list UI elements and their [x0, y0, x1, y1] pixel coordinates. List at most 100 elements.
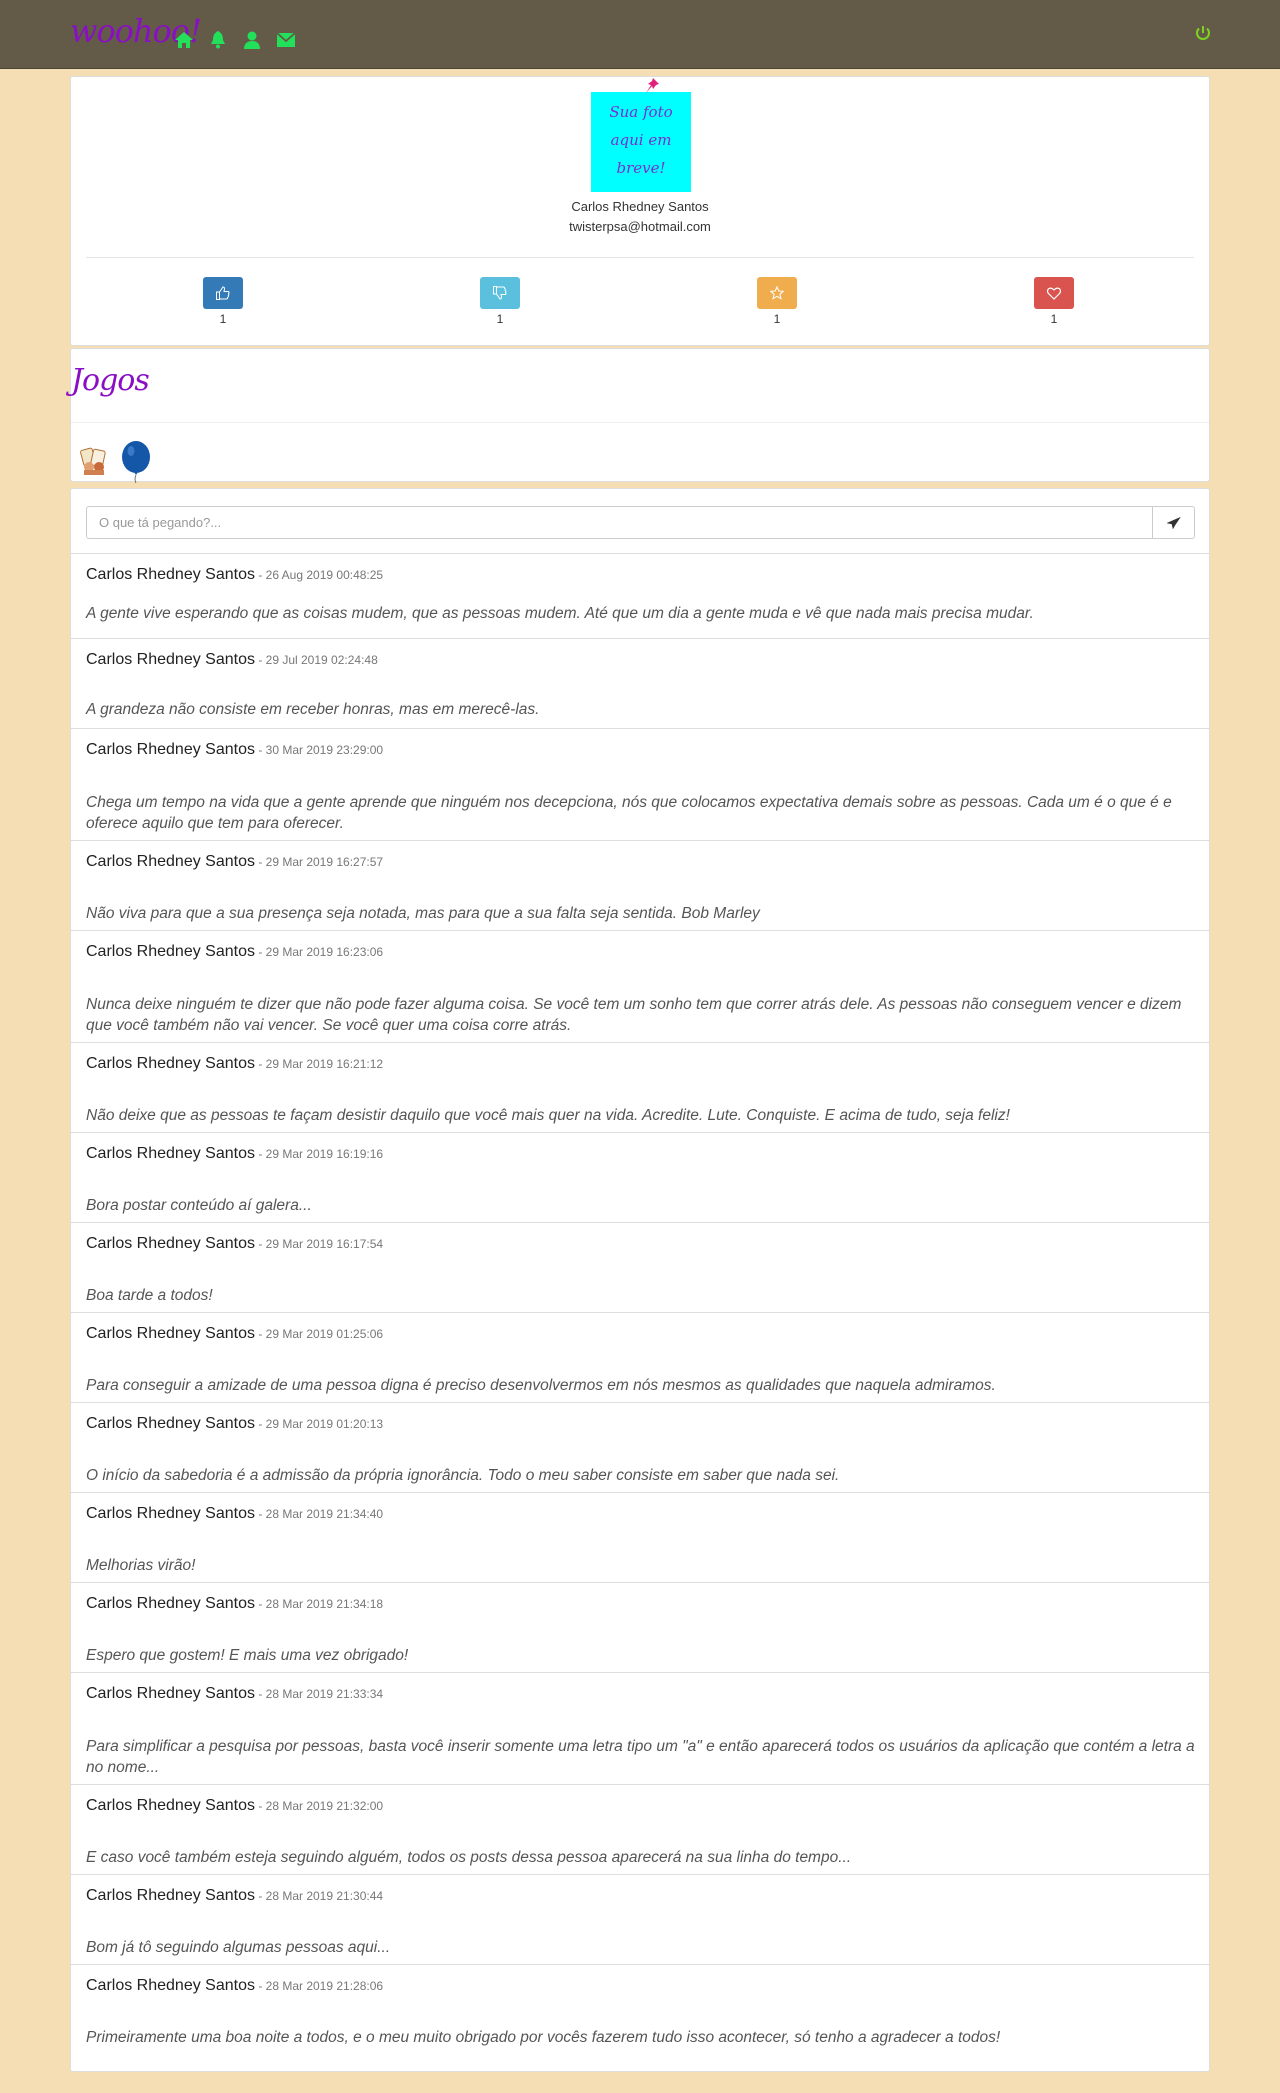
thumbs-down-icon[interactable] [480, 277, 520, 309]
post-separator: - [254, 1799, 266, 1813]
post-separator: - [254, 1507, 266, 1521]
post-timestamp: 26 Aug 2019 00:48:25 [265, 568, 384, 582]
post-item: Carlos Rhedney Santos - 29 Mar 2019 01:2… [71, 1403, 1209, 1493]
profile-photo-placeholder[interactable]: Sua foto aqui em breve! [591, 92, 691, 192]
post-header: Carlos Rhedney Santos - 26 Aug 2019 00:4… [86, 566, 383, 584]
post-item: Carlos Rhedney Santos - 29 Mar 2019 16:2… [71, 931, 1209, 1043]
bell-icon[interactable] [206, 28, 230, 52]
post-author[interactable]: Carlos Rhedney Santos [86, 943, 255, 960]
post-timestamp: 30 Mar 2019 23:29:00 [265, 743, 384, 757]
post-separator: - [254, 1979, 266, 1993]
post-text: Não viva para que a sua presença seja no… [86, 905, 760, 922]
post-text: Chega um tempo na vida que a gente apren… [86, 794, 1172, 832]
post-header: Carlos Rhedney Santos - 28 Mar 2019 21:3… [86, 1797, 383, 1815]
post-separator: - [254, 1597, 266, 1611]
post-item: Carlos Rhedney Santos - 29 Jul 2019 02:2… [71, 639, 1209, 729]
post-header: Carlos Rhedney Santos - 30 Mar 2019 23:2… [86, 741, 383, 759]
post-text: Não deixe que as pessoas te façam desist… [86, 1107, 1010, 1124]
post-author[interactable]: Carlos Rhedney Santos [86, 1977, 255, 1994]
pushpin-icon [645, 78, 659, 99]
send-icon [1166, 516, 1181, 529]
post-author[interactable]: Carlos Rhedney Santos [86, 1415, 255, 1432]
post-text: Espero que gostem! E mais uma vez obriga… [86, 1647, 409, 1664]
balloon-game-icon[interactable] [121, 441, 151, 488]
stat-likes-count: 1 [219, 312, 227, 326]
post-separator: - [254, 1057, 266, 1071]
post-item: Carlos Rhedney Santos - 28 Mar 2019 21:3… [71, 1583, 1209, 1673]
post-timestamp: 29 Mar 2019 16:17:54 [265, 1237, 384, 1251]
post-item: Carlos Rhedney Santos - 28 Mar 2019 21:2… [71, 1965, 1209, 2055]
post-timestamp: 28 Mar 2019 21:32:00 [265, 1799, 384, 1813]
post-author[interactable]: Carlos Rhedney Santos [86, 1887, 255, 1904]
games-title: Jogos [71, 363, 150, 398]
post-author[interactable]: Carlos Rhedney Santos [86, 1595, 255, 1612]
post-timestamp: 29 Mar 2019 01:25:06 [265, 1327, 384, 1341]
power-icon[interactable] [1194, 24, 1212, 42]
post-item: Carlos Rhedney Santos - 29 Mar 2019 16:1… [71, 1133, 1209, 1223]
post-timestamp: 29 Mar 2019 16:27:57 [265, 855, 384, 869]
post-header: Carlos Rhedney Santos - 29 Mar 2019 16:1… [86, 1145, 383, 1163]
post-header: Carlos Rhedney Santos - 29 Mar 2019 16:2… [86, 1055, 383, 1073]
stat-favorites: 1 [757, 277, 797, 326]
post-author[interactable]: Carlos Rhedney Santos [86, 1235, 255, 1252]
post-author[interactable]: Carlos Rhedney Santos [86, 741, 255, 758]
star-icon[interactable] [757, 277, 797, 309]
post-text: O início da sabedoria é a admissão da pr… [86, 1467, 840, 1484]
cards-game-icon[interactable] [79, 445, 109, 480]
profile-panel: Sua foto aqui em breve! Carlos Rhedney S… [70, 76, 1210, 346]
post-author[interactable]: Carlos Rhedney Santos [86, 566, 255, 583]
post-author[interactable]: Carlos Rhedney Santos [86, 1685, 255, 1702]
post-header: Carlos Rhedney Santos - 28 Mar 2019 21:2… [86, 1977, 383, 1995]
post-text: E caso você também esteja seguindo algué… [86, 1849, 852, 1866]
stat-dislikes: 1 [480, 277, 520, 326]
post-author[interactable]: Carlos Rhedney Santos [86, 651, 255, 668]
feed-panel: Carlos Rhedney Santos - 26 Aug 2019 00:4… [70, 488, 1210, 2072]
post-timestamp: 29 Mar 2019 16:21:12 [265, 1057, 384, 1071]
stat-favorites-count: 1 [773, 312, 781, 326]
post-input[interactable] [86, 506, 1153, 539]
post-separator: - [254, 1417, 266, 1431]
post-author[interactable]: Carlos Rhedney Santos [86, 1505, 255, 1522]
post-text: A grandeza não consiste em receber honra… [86, 701, 540, 718]
post-header: Carlos Rhedney Santos - 28 Mar 2019 21:3… [86, 1685, 383, 1703]
post-header: Carlos Rhedney Santos - 28 Mar 2019 21:3… [86, 1887, 383, 1905]
post-timestamp: 28 Mar 2019 21:28:06 [265, 1979, 384, 1993]
post-timestamp: 28 Mar 2019 21:34:18 [265, 1597, 384, 1611]
post-header: Carlos Rhedney Santos - 29 Mar 2019 01:2… [86, 1325, 383, 1343]
user-icon[interactable] [240, 28, 264, 52]
post-timestamp: 28 Mar 2019 21:30:44 [265, 1889, 384, 1903]
post-separator: - [254, 1327, 266, 1341]
post-text: Para simplificar a pesquisa por pessoas,… [86, 1738, 1195, 1776]
heart-icon[interactable] [1034, 277, 1074, 309]
post-timestamp: 29 Mar 2019 16:23:06 [265, 945, 384, 959]
thumbs-up-icon[interactable] [203, 277, 243, 309]
post-header: Carlos Rhedney Santos - 29 Mar 2019 01:2… [86, 1415, 383, 1433]
post-author[interactable]: Carlos Rhedney Santos [86, 1145, 255, 1162]
post-item: Carlos Rhedney Santos - 28 Mar 2019 21:3… [71, 1673, 1209, 1785]
post-item: Carlos Rhedney Santos - 26 Aug 2019 00:4… [71, 554, 1209, 639]
post-header: Carlos Rhedney Santos - 28 Mar 2019 21:3… [86, 1595, 383, 1613]
post-author[interactable]: Carlos Rhedney Santos [86, 1325, 255, 1342]
post-timestamp: 28 Mar 2019 21:33:34 [265, 1687, 384, 1701]
post-text: Primeiramente uma boa noite a todos, e o… [86, 2029, 1001, 2046]
envelope-icon[interactable] [274, 28, 298, 52]
post-item: Carlos Rhedney Santos - 29 Mar 2019 16:2… [71, 1043, 1209, 1133]
post-text: Bora postar conteúdo aí galera... [86, 1197, 312, 1214]
post-separator: - [254, 1237, 266, 1251]
post-author[interactable]: Carlos Rhedney Santos [86, 1797, 255, 1814]
send-button[interactable] [1152, 506, 1195, 539]
post-separator: - [254, 1889, 266, 1903]
stat-hearts-count: 1 [1050, 312, 1058, 326]
stat-dislikes-count: 1 [496, 312, 504, 326]
post-separator: - [254, 1147, 266, 1161]
post-author[interactable]: Carlos Rhedney Santos [86, 853, 255, 870]
games-panel: Jogos [70, 348, 1210, 484]
post-author[interactable]: Carlos Rhedney Santos [86, 1055, 255, 1072]
post-separator: - [254, 653, 266, 667]
post-separator: - [254, 945, 266, 959]
home-icon[interactable] [172, 28, 196, 52]
post-header: Carlos Rhedney Santos - 29 Mar 2019 16:2… [86, 853, 383, 871]
post-item: Carlos Rhedney Santos - 28 Mar 2019 21:3… [71, 1785, 1209, 1875]
post-text: Boa tarde a todos! [86, 1287, 213, 1304]
post-text: Melhorias virão! [86, 1557, 196, 1574]
